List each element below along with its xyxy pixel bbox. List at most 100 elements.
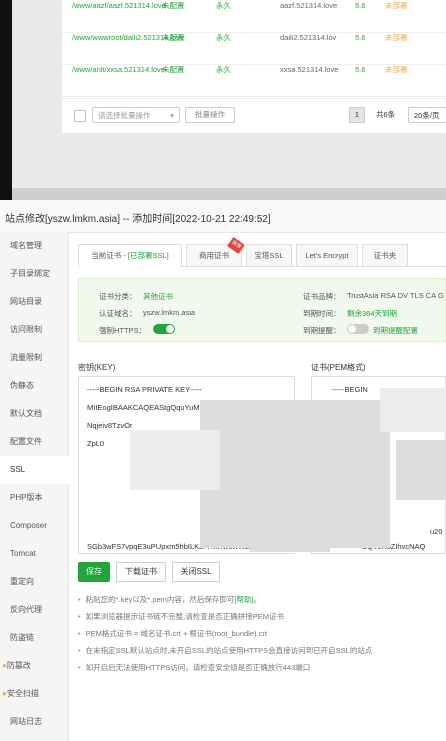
site-path-link[interactable]: /www/aazf/aazf.521314.love [72, 0, 166, 11]
category-label: 证书分类： [99, 292, 137, 301]
table-footer: 请选择批量操作 ▾ 批量操作 1 共6条 20条/页 [62, 98, 446, 133]
site-path-link[interactable]: /www/anlt/xxsa.521314.love [72, 64, 165, 75]
download-cert-button[interactable]: 下载证书 [116, 562, 166, 582]
sidebar-item-traffic[interactable]: 流量限制 [0, 344, 68, 372]
page-current[interactable]: 1 [349, 107, 365, 123]
save-button[interactable]: 保存 [78, 562, 110, 582]
site-domain: daili2.521314.lov [280, 33, 337, 42]
ssl-status[interactable]: 未部署 [385, 32, 408, 43]
pem-label: 证书(PEM格式) [311, 363, 366, 372]
expire-period[interactable]: 永久 [216, 0, 231, 11]
pem-tail: u20 [430, 527, 443, 536]
tip-text: 如开启后无法使用HTTPS访问，请检查安全组是否正确放行443端口 [85, 663, 311, 672]
tip-text: 在未指定SSL默认站点时,未开启SSL的站点使用HTTPS会直接访问到已开启SS… [85, 646, 373, 655]
tip-item: • 如果浏览器提示证书链不完整,请检查是否正确拼接PEM证书 [78, 612, 284, 621]
ssl-status[interactable]: 未部署 [385, 0, 408, 11]
ssl-status[interactable]: 未部署 [385, 64, 408, 75]
domain-value: yszw.lmkm.asia [143, 308, 196, 317]
table-row[interactable]: /www/wwwroot/daili2.521314.love 未配置 永久 d… [62, 32, 446, 65]
sidebar-item-sitedir[interactable]: 网站目录 [0, 288, 68, 316]
sidebar-item-ssl[interactable]: SSL [0, 456, 69, 484]
sidebar-item-hotlink[interactable]: 防盗链 [0, 624, 68, 652]
tab-current-cert[interactable]: 当前证书 - [已部署SSL] [78, 244, 182, 267]
tab-label: 商用证书 [199, 251, 229, 260]
backup-status[interactable]: 未配置 [162, 0, 185, 11]
force-https-toggle[interactable] [153, 324, 175, 334]
sidebar-item-label: 配置文件 [10, 437, 42, 446]
sidebar-item-label: Tomcat [10, 549, 36, 558]
sidebar-item-redirect[interactable]: 重定向 [0, 568, 68, 596]
sidebar-item-label: 安全扫描 [6, 689, 39, 698]
sidebar-item-php[interactable]: PHP版本 [0, 484, 68, 512]
sidebar-item-tamper[interactable]: ●防篡改 [0, 652, 68, 680]
redaction-block [250, 500, 330, 552]
tip-text: 粘贴您的*.key以及*.pem内容，然后保存即可 [85, 595, 235, 604]
sidebar-item-label: 默认文档 [10, 409, 42, 418]
sidebar-item-label: 重定向 [10, 577, 34, 586]
pem-line: -----BEGIN [332, 385, 368, 394]
table-row[interactable]: /www/anlt/xxsa.521314.love 未配置 永久 xxsa.5… [62, 64, 446, 97]
site-table: /www/aazf/aazf.521314.love 未配置 永久 aazf.5… [62, 0, 446, 98]
expire-period[interactable]: 永久 [216, 64, 231, 75]
tip-item: • PEM格式证书 = 域名证书.crt + 根证书(root_bundle).c… [78, 629, 267, 638]
tab-commercial[interactable]: 商用证书 推荐 [186, 236, 245, 266]
key-line: -----BEGIN RSA PRIVATE KEY----- [87, 385, 202, 394]
tab-baota-ssl[interactable]: 宝塔SSL [246, 244, 292, 266]
help-link[interactable]: [帮助] [234, 595, 253, 604]
batch-operation-button[interactable]: 批量操作 [185, 107, 235, 123]
tab-letsencrypt[interactable]: Let's Encrypt [296, 244, 358, 266]
sidebar-item-log[interactable]: 网站日志 [0, 708, 68, 736]
sidebar-item-tomcat[interactable]: Tomcat [0, 540, 68, 568]
sidebar-item-label: 防盗链 [10, 633, 34, 642]
expire-label: 到期时间： [303, 309, 341, 318]
ssl-tabs: 当前证书 - [已部署SSL] 商用证书 推荐 宝塔SSL Let's Encr… [78, 236, 446, 267]
backdrop-edge [0, 0, 12, 200]
modal-title-bar[interactable]: 站点修改[yszw.lmkm.asia] -- 添加时间[2022-10-21 … [0, 200, 446, 233]
site-path-link[interactable]: /www/wwwroot/daili2.521314.love [72, 32, 184, 43]
batch-select-placeholder: 请选择批量操作 [98, 111, 151, 120]
sidebar-item-rewrite[interactable]: 伪静态 [0, 372, 68, 400]
cert-info-box: 证书分类： 其他证书 认证域名： yszw.lmkm.asia 强制HTTPS：… [78, 278, 446, 342]
recommend-ribbon: 推荐 [227, 236, 245, 255]
site-domain: xxsa.521314.love [280, 65, 339, 74]
chevron-down-icon: ▾ [170, 111, 174, 120]
table-row[interactable]: /www/aazf/aazf.521314.love 未配置 永久 aazf.5… [62, 0, 446, 33]
tab-cert-folder[interactable]: 证书夹 [362, 244, 408, 266]
key-line: Nqjeiv8TzvOr [87, 421, 133, 430]
sidebar-item-subdir[interactable]: 子目录绑定 [0, 260, 68, 288]
expire-period[interactable]: 永久 [216, 32, 231, 43]
sidebar-item-composer[interactable]: Composer [0, 512, 68, 540]
expire-remind-toggle[interactable] [347, 324, 369, 334]
batch-operation-select[interactable]: 请选择批量操作 ▾ [92, 107, 180, 123]
backup-status[interactable]: 未配置 [162, 32, 185, 43]
sidebar-item-config[interactable]: 配置文件 [0, 428, 68, 456]
sidebar-item-default-doc[interactable]: 默认文档 [0, 400, 68, 428]
remind-config-link[interactable]: 到期提醒配置 [373, 325, 418, 336]
sidebar-item-access[interactable]: 访问限制 [0, 316, 68, 344]
tab-label: 当前证书 - [91, 251, 128, 260]
php-version[interactable]: 5.6 [355, 64, 365, 75]
sidebar-item-label: SSL [10, 465, 26, 474]
sidebar-item-domain[interactable]: 域名管理 [0, 232, 68, 260]
sidebar-item-label: 子目录绑定 [10, 269, 50, 278]
sidebar-item-label: 反向代理 [10, 605, 42, 614]
redaction-block [380, 388, 446, 432]
php-version[interactable]: 5.6 [355, 0, 365, 11]
sidebar-item-label: Composer [10, 521, 47, 530]
sidebar-item-proxy[interactable]: 反向代理 [0, 596, 68, 624]
select-all-checkbox[interactable] [74, 110, 86, 122]
remind-label: 到期提醒： [303, 326, 341, 335]
close-ssl-button[interactable]: 关闭SSL [172, 562, 220, 582]
tip-item: • 如开启后无法使用HTTPS访问，请检查安全组是否正确放行443端口 [78, 663, 311, 672]
backup-status[interactable]: 未配置 [162, 64, 185, 75]
sidebar-item-scan[interactable]: ●安全扫描 [0, 680, 68, 708]
domain-label: 认证域名： [99, 309, 137, 318]
brand-label: 证书品牌： [303, 292, 341, 301]
php-version[interactable]: 5.6 [355, 32, 365, 43]
sidebar-item-label: 网站目录 [10, 297, 42, 306]
sidebar-item-label: 域名管理 [10, 241, 42, 250]
tip-item: • 在未指定SSL默认站点时,未开启SSL的站点使用HTTPS会直接访问到已开启S… [78, 646, 373, 655]
site-edit-modal: 站点修改[yszw.lmkm.asia] -- 添加时间[2022-10-21 … [0, 200, 446, 741]
redaction-block [130, 430, 220, 490]
per-page-select[interactable]: 20条/页 [408, 107, 446, 123]
